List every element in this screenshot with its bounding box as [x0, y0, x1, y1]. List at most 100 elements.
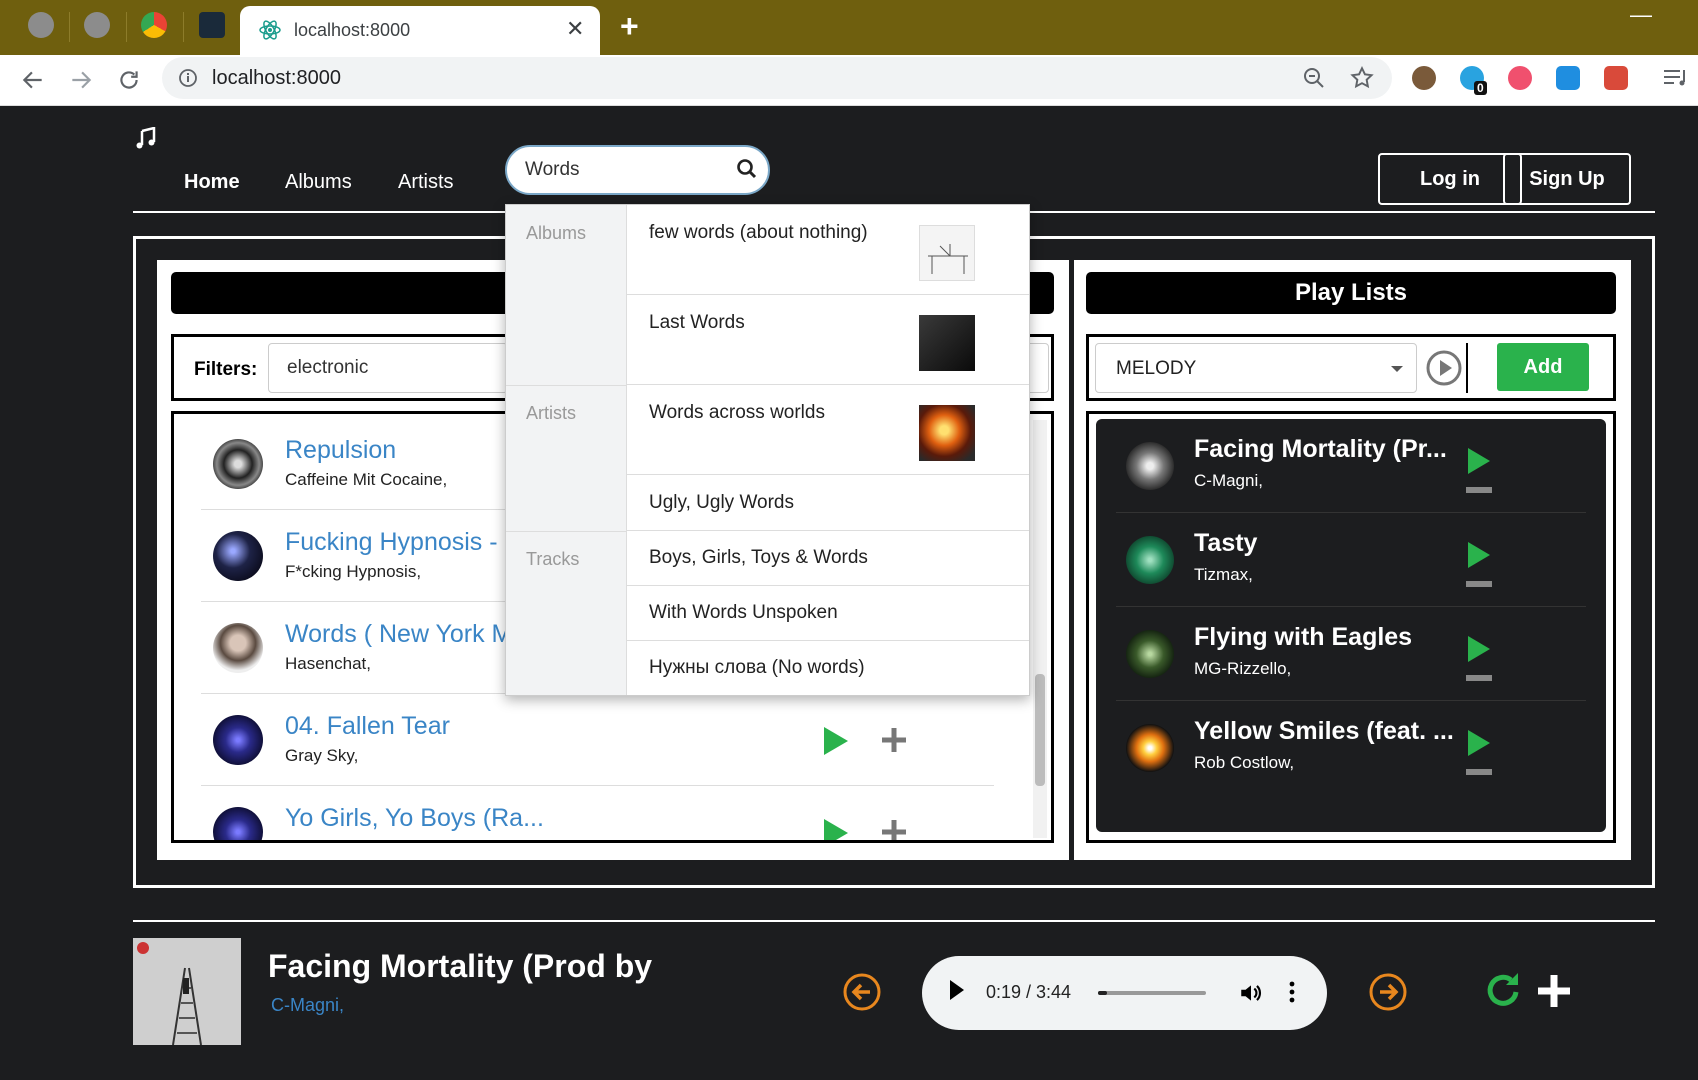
- pinned-tab-app-icon[interactable]: [199, 12, 225, 38]
- forward-arrow-icon[interactable]: [68, 67, 94, 93]
- next-track-icon[interactable]: [1368, 972, 1408, 1012]
- album-cover-thumbnail: [919, 225, 975, 281]
- playlist-item[interactable]: Yellow Smiles (feat. ... Rob Costlow,: [1116, 701, 1586, 795]
- play-playlist-icon[interactable]: [1425, 349, 1463, 387]
- new-tab-button[interactable]: +: [620, 8, 639, 45]
- tab-close-icon[interactable]: ✕: [566, 16, 584, 42]
- media-queue-icon[interactable]: [1662, 66, 1690, 90]
- tracks-scrollbar-thumb[interactable]: [1035, 674, 1045, 786]
- address-bar[interactable]: localhost:8000: [162, 57, 1392, 99]
- dropdown-artist-item[interactable]: Ugly, Ugly Words: [627, 475, 1029, 531]
- active-tab[interactable]: localhost:8000 ✕: [240, 6, 600, 55]
- url-text: localhost:8000: [212, 67, 341, 89]
- railway-cover-image: [133, 938, 241, 1045]
- add-to-playlist-icon[interactable]: [880, 818, 908, 843]
- playlist-item[interactable]: Flying with Eagles MG-Rizzello,: [1116, 607, 1586, 701]
- pinned-tab-globe-icon[interactable]: [84, 12, 110, 38]
- dropdown-categories: Albums Artists Tracks: [506, 205, 627, 695]
- playlist-item-title: Tasty: [1194, 529, 1258, 557]
- nav-albums[interactable]: Albums: [285, 171, 352, 194]
- track-thumbnail: [213, 439, 263, 489]
- category-artists: Artists: [526, 403, 577, 423]
- audio-progress-bar[interactable]: [1098, 991, 1206, 995]
- play-icon[interactable]: [822, 818, 850, 843]
- play-icon[interactable]: [1466, 635, 1492, 663]
- pinned-tab-chrome-icon[interactable]: [141, 12, 167, 38]
- add-playlist-button[interactable]: Add: [1497, 343, 1589, 391]
- tab-separator: [183, 12, 184, 42]
- dropdown-artist-item[interactable]: Words across worlds: [627, 385, 1029, 475]
- search-icon[interactable]: [735, 157, 759, 181]
- category-divider: [506, 531, 627, 532]
- site-info-icon[interactable]: [178, 68, 198, 88]
- playlist-select[interactable]: MELODY: [1095, 343, 1417, 393]
- filters-input[interactable]: [268, 343, 508, 393]
- track-row[interactable]: 04. Fallen Tear Gray Sky,: [201, 694, 994, 786]
- playlist-item-title: Yellow Smiles (feat. ...: [1194, 717, 1454, 745]
- category-albums: Albums: [526, 223, 587, 243]
- add-to-queue-icon[interactable]: [1536, 973, 1572, 1009]
- playlist-item[interactable]: Tasty Tizmax,: [1116, 513, 1586, 607]
- now-playing-artist[interactable]: C-Magni,: [271, 995, 344, 1016]
- login-button[interactable]: Log in: [1378, 153, 1522, 205]
- remove-from-playlist-icon[interactable]: [1466, 769, 1492, 775]
- zoom-out-icon[interactable]: [1302, 66, 1326, 90]
- playlist-item[interactable]: Facing Mortality (Pr... C-Magni,: [1116, 419, 1586, 513]
- audio-time: 0:19 / 3:44: [986, 982, 1072, 1002]
- play-icon[interactable]: [1466, 541, 1492, 569]
- dropdown-item-label: With Words Unspoken: [649, 602, 838, 623]
- dropdown-album-item[interactable]: Last Words: [627, 295, 1029, 385]
- dropdown-item-label: few words (about nothing): [649, 222, 868, 243]
- signup-button[interactable]: Sign Up: [1503, 153, 1631, 205]
- play-icon[interactable]: [950, 980, 964, 1000]
- more-options-icon[interactable]: [1288, 978, 1296, 1006]
- nav-home[interactable]: Home: [184, 171, 240, 194]
- play-icon[interactable]: [822, 726, 850, 756]
- playlist-item-title: Flying with Eagles: [1194, 623, 1413, 651]
- track-title[interactable]: Words ( New York M: [285, 620, 512, 649]
- music-note-logo-icon[interactable]: [134, 127, 158, 151]
- search-input[interactable]: [525, 159, 715, 181]
- dropdown-album-item[interactable]: few words (about nothing): [627, 205, 1029, 295]
- playlists-header: Play Lists: [1086, 272, 1616, 314]
- track-title[interactable]: Yo Girls, Yo Boys (Ra...: [285, 804, 544, 833]
- dropdown-track-item[interactable]: Нужны слова (No words): [627, 641, 1029, 695]
- pinned-tab-globe-icon[interactable]: [28, 12, 54, 38]
- playlist-item-title: Facing Mortality (Pr...: [1194, 435, 1447, 463]
- bookmark-star-icon[interactable]: [1349, 65, 1375, 91]
- dropdown-item-label: Нужны слова (No words): [649, 657, 865, 678]
- playlist-item-artist: Tizmax,: [1194, 565, 1253, 584]
- track-thumbnail: [213, 623, 263, 673]
- play-icon[interactable]: [1466, 447, 1492, 475]
- repeat-icon[interactable]: [1482, 970, 1524, 1012]
- remove-from-playlist-icon[interactable]: [1466, 675, 1492, 681]
- reload-icon[interactable]: [116, 67, 142, 93]
- extension-check-icon[interactable]: [1556, 66, 1580, 90]
- track-title[interactable]: Fucking Hypnosis - B: [285, 528, 521, 557]
- extension-bug-icon[interactable]: [1604, 66, 1628, 90]
- track-title[interactable]: Repulsion: [285, 436, 396, 465]
- dropdown-track-item[interactable]: With Words Unspoken: [627, 586, 1029, 641]
- extension-avatar-icon[interactable]: [1412, 66, 1436, 90]
- track-title[interactable]: 04. Fallen Tear: [285, 712, 450, 741]
- now-playing-title: Facing Mortality (Prod by: [268, 948, 653, 984]
- track-row[interactable]: Yo Girls, Yo Boys (Ra...: [201, 786, 994, 843]
- previous-track-icon[interactable]: [842, 972, 882, 1012]
- play-icon[interactable]: [1466, 729, 1492, 757]
- add-to-playlist-icon[interactable]: [880, 726, 908, 754]
- nav-artists[interactable]: Artists: [398, 171, 454, 194]
- window-minimize-button[interactable]: —: [1630, 2, 1652, 28]
- remove-from-playlist-icon[interactable]: [1466, 487, 1492, 493]
- remove-from-playlist-icon[interactable]: [1466, 581, 1492, 587]
- playlist-item-artist: C-Magni,: [1194, 471, 1263, 490]
- extension-badge: 0: [1474, 81, 1487, 95]
- extension-tag-icon[interactable]: [1508, 66, 1532, 90]
- dropdown-track-item[interactable]: Boys, Girls, Toys & Words: [627, 531, 1029, 586]
- artist-thumbnail: [919, 405, 975, 461]
- volume-icon[interactable]: [1238, 980, 1264, 1006]
- back-arrow-icon[interactable]: [20, 67, 46, 93]
- playlist-item-thumbnail: [1126, 630, 1174, 678]
- tab-title: localhost:8000: [294, 20, 411, 40]
- filters-label: Filters:: [194, 359, 258, 380]
- control-divider: [1466, 343, 1468, 393]
